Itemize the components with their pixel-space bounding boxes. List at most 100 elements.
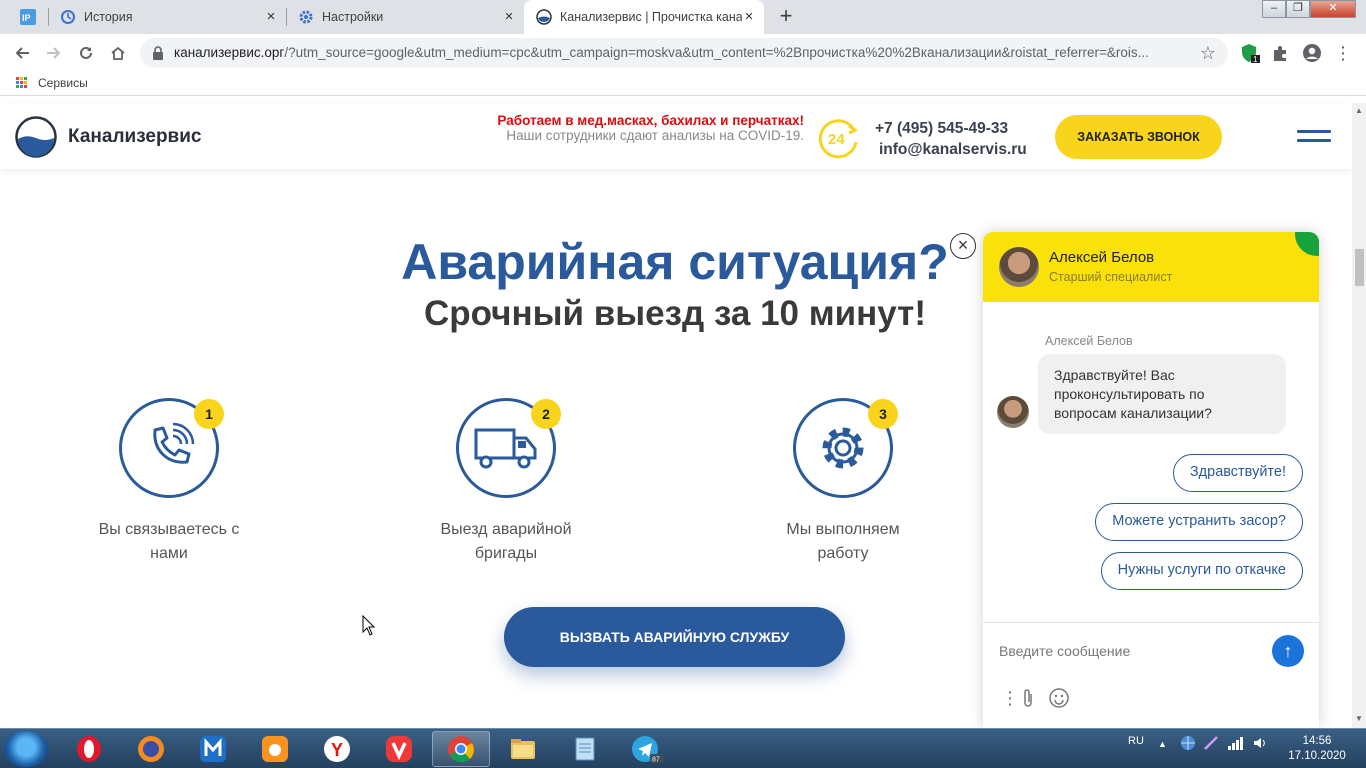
page-title: Аварийная ситуация? [401, 234, 949, 290]
email-link[interactable]: info@kanalservis.ru [870, 139, 1027, 160]
tab-kanalservis[interactable]: Канализервис | Прочистка канал × [524, 0, 764, 34]
quick-reply-pumping[interactable]: Нужны услуги по откачке [1100, 552, 1303, 590]
order-call-button[interactable]: ЗАКАЗАТЬ ЗВОНОК [1055, 115, 1222, 159]
tab-history[interactable]: История × [48, 0, 286, 34]
forward-arrow-icon[interactable] [42, 41, 66, 65]
close-window-button[interactable]: ✕ [1310, 0, 1356, 18]
scroll-up-arrow-icon[interactable]: ▲ [1355, 106, 1363, 115]
mouse-cursor-icon [362, 615, 376, 636]
firefox-icon[interactable] [122, 731, 180, 767]
maximize-button[interactable]: ❐ [1286, 0, 1310, 18]
tab-title: Канализервис | Прочистка канал [560, 10, 742, 24]
call-emergency-button[interactable]: ВЫЗВАТЬ АВАРИЙНУЮ СЛУЖБУ [504, 607, 845, 667]
system-clock[interactable]: 14:56 17.10.2020 [1284, 734, 1350, 764]
shield-extension-icon[interactable]: 1 [1239, 42, 1261, 64]
opera-icon[interactable] [60, 731, 118, 767]
profile-avatar-icon[interactable] [1301, 42, 1323, 64]
svg-text:IP: IP [22, 13, 31, 23]
tab-ip[interactable]: IP [8, 0, 48, 34]
message-avatar [997, 396, 1029, 428]
home-icon[interactable] [106, 41, 130, 65]
step-2: 2 Выезд аварийной бригады [406, 398, 606, 566]
step-number-badge: 2 [531, 399, 561, 429]
vivaldi-icon[interactable] [370, 731, 428, 767]
tab-settings[interactable]: Настройки × [286, 0, 524, 34]
tab-title: История [84, 10, 133, 24]
step-number-badge: 3 [868, 399, 898, 429]
site-logo[interactable] [14, 115, 58, 159]
settings-gear-icon [298, 9, 314, 25]
chat-widget: Алексей Белов Старший специалист Алексей… [983, 232, 1319, 728]
step-circle: 1 [119, 398, 224, 498]
chat-input-area: Введите сообщение ↑ ⋮ [983, 622, 1319, 728]
history-icon [60, 9, 76, 25]
chat-close-button[interactable]: × [950, 233, 976, 259]
notice-grey: Наши сотрудники сдают анализы на COVID-1… [506, 128, 804, 143]
attachment-icon[interactable] [1021, 688, 1035, 713]
gear-icon [822, 427, 864, 469]
brand-name[interactable]: Канализервис [68, 126, 201, 148]
browser-toolbar: канализервис.орг/?utm_source=google&utm_… [0, 34, 1366, 72]
notepad-icon[interactable] [556, 731, 614, 767]
site-header: Канализервис Работаем в мед.масках, бахи… [0, 103, 1352, 169]
quick-reply-hello[interactable]: Здравствуйте! [1172, 454, 1303, 492]
chat-message: Здравствуйте! Вас проконсультировать по … [1038, 354, 1286, 434]
new-tab-button[interactable]: + [772, 4, 800, 30]
reload-icon[interactable] [74, 41, 98, 65]
network-globe-icon[interactable] [1180, 735, 1196, 754]
bookmark-star-icon[interactable]: ☆ [1200, 43, 1216, 64]
bookmark-services[interactable]: Сервисы [16, 76, 88, 90]
page-scrollbar[interactable]: ▲ ▼ [1352, 103, 1366, 728]
agent-role: Старший специалист [1049, 270, 1173, 284]
phone-link[interactable]: +7 (495) 545-49-33 [870, 118, 1027, 139]
start-button[interactable] [4, 731, 48, 767]
uc-browser-icon[interactable] [246, 731, 304, 767]
yandex-browser-icon[interactable]: Y [308, 731, 366, 767]
address-bar[interactable]: канализервис.орг/?utm_source=google&utm_… [140, 38, 1228, 68]
hamburger-menu-icon[interactable] [1297, 130, 1331, 144]
step-circle: 2 [456, 398, 561, 498]
contacts: +7 (495) 545-49-33 info@kanalservis.ru [870, 118, 1027, 160]
send-arrow-icon[interactable]: ↑ [1272, 635, 1304, 667]
svg-text:24: 24 [828, 131, 845, 148]
show-hidden-icons-arrow-icon[interactable]: ▲ [1158, 739, 1167, 749]
svg-text:87: 87 [652, 757, 660, 764]
signal-bars-icon[interactable] [1227, 735, 1245, 754]
online-indicator [1295, 232, 1319, 256]
phone-ringing-icon [153, 422, 195, 464]
url-text: канализервис.орг/?utm_source=google&utm_… [174, 45, 1149, 60]
emoji-icon[interactable] [1049, 688, 1069, 713]
close-tab-icon[interactable]: × [742, 9, 756, 24]
svg-text:1: 1 [1253, 55, 1258, 63]
file-explorer-icon[interactable] [494, 731, 552, 767]
bookmarks-bar: Сервисы [0, 72, 1366, 96]
close-tab-icon[interactable]: × [502, 9, 516, 24]
step-3: 3 Мы выполняем работу [743, 398, 943, 566]
language-indicator[interactable]: RU [1128, 735, 1144, 747]
window-controls: – ❐ ✕ [1262, 0, 1356, 18]
chrome-icon[interactable] [432, 731, 490, 767]
maxthon-icon[interactable] [184, 731, 242, 767]
tab-title: Настройки [322, 10, 384, 24]
chat-header: Алексей Белов Старший специалист [983, 232, 1319, 302]
scroll-down-arrow-icon[interactable]: ▼ [1355, 714, 1363, 723]
scrollbar-thumb[interactable] [1355, 249, 1364, 286]
quick-reply-clog[interactable]: Можете устранить засор? [1095, 503, 1303, 541]
agent-avatar [999, 247, 1039, 287]
step-label: Выезд аварийной бригады [440, 521, 572, 562]
lock-icon [152, 46, 164, 65]
telegram-icon[interactable]: 87 [618, 731, 676, 767]
step-number-badge: 1 [194, 399, 224, 429]
more-options-icon[interactable]: ⋮ [1001, 688, 1019, 709]
close-tab-icon[interactable]: × [264, 9, 278, 24]
pen-icon[interactable] [1203, 735, 1219, 754]
back-arrow-icon[interactable] [10, 41, 34, 65]
message-input[interactable]: Введите сообщение [999, 643, 1130, 659]
minimize-button[interactable]: – [1262, 0, 1286, 18]
volume-speaker-icon[interactable] [1252, 735, 1268, 754]
agent-name: Алексей Белов [1049, 249, 1155, 266]
puzzle-extensions-icon[interactable] [1269, 42, 1291, 64]
menu-kebab-icon[interactable]: ⋮ [1332, 42, 1354, 64]
site-logo-icon [536, 9, 552, 25]
windows-taskbar: Y 87 RU ▲ 14:56 17.10.2020 [0, 728, 1366, 768]
